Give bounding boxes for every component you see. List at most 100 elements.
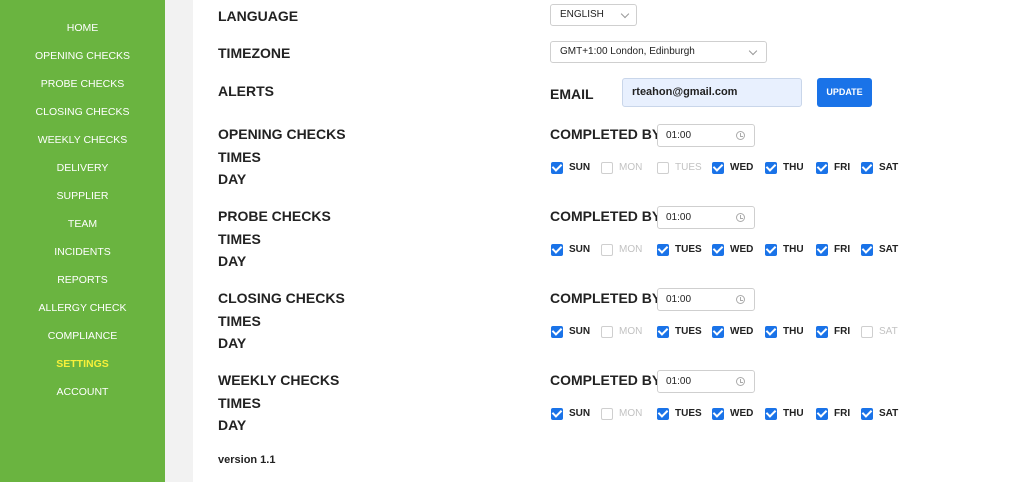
- time-value: 01:00: [666, 294, 692, 305]
- checkbox-checked-icon[interactable]: [712, 162, 724, 174]
- clock-icon: [736, 295, 745, 304]
- checkbox-unchecked-icon[interactable]: [601, 408, 613, 420]
- time-value: 01:00: [666, 130, 692, 141]
- day-label: SAT: [879, 244, 899, 255]
- version-label: version 1.1: [218, 454, 276, 466]
- day-label: TUES: [675, 408, 702, 419]
- day-label: SUN: [569, 244, 591, 255]
- sidebar-item-opening-checks[interactable]: OPENING CHECKS: [0, 49, 165, 63]
- sidebar-item-reports[interactable]: REPORTS: [0, 273, 165, 287]
- sidebar-item-settings[interactable]: SETTINGS: [0, 357, 165, 371]
- checkbox-checked-icon[interactable]: [765, 408, 777, 420]
- probe-checks-title: PROBE CHECKS: [218, 208, 331, 224]
- alerts-label: ALERTS: [218, 83, 274, 99]
- opening-checks-time-input[interactable]: 01:00: [657, 124, 755, 147]
- checkbox-checked-icon[interactable]: [861, 162, 873, 174]
- checkbox-checked-icon[interactable]: [551, 408, 563, 420]
- chevron-down-icon: [748, 46, 758, 56]
- day-label: FRI: [834, 162, 851, 173]
- checkbox-checked-icon[interactable]: [657, 244, 669, 256]
- checkbox-checked-icon[interactable]: [765, 326, 777, 338]
- sidebar-item-compliance[interactable]: COMPLIANCE: [0, 329, 165, 343]
- sidebar-item-weekly-checks[interactable]: WEEKLY CHECKS: [0, 133, 165, 147]
- day-label: SAT: [879, 326, 898, 337]
- email-label: EMAIL: [550, 86, 594, 102]
- sidebar: HOME OPENING CHECKS PROBE CHECKS CLOSING CH…: [0, 0, 165, 482]
- checkbox-checked-icon[interactable]: [712, 326, 724, 338]
- update-button[interactable]: UPDATE: [817, 78, 872, 107]
- sidebar-item-delivery[interactable]: DELIVERY: [0, 161, 165, 175]
- checkbox-checked-icon[interactable]: [861, 244, 873, 256]
- sidebar-item-team[interactable]: TEAM: [0, 217, 165, 231]
- day-label: WED: [730, 244, 754, 255]
- day-label: DAY: [218, 335, 247, 351]
- checkbox-unchecked-icon[interactable]: [601, 244, 613, 256]
- day-label: SUN: [569, 162, 591, 173]
- checkbox-unchecked-icon[interactable]: [657, 162, 669, 174]
- checkbox-checked-icon[interactable]: [765, 162, 777, 174]
- day-label: WED: [730, 162, 754, 173]
- checkbox-unchecked-icon[interactable]: [601, 162, 613, 174]
- day-label: THU: [783, 162, 804, 173]
- opening-checks-title: OPENING CHECKS: [218, 126, 346, 142]
- sidebar-item-account[interactable]: ACCOUNT: [0, 385, 165, 399]
- checkbox-unchecked-icon[interactable]: [861, 326, 873, 338]
- day-label: DAY: [218, 417, 247, 433]
- sidebar-item-closing-checks[interactable]: CLOSING CHECKS: [0, 105, 165, 119]
- time-value: 01:00: [666, 376, 692, 387]
- day-label: THU: [783, 408, 804, 419]
- day-label: SAT: [879, 162, 899, 173]
- checkbox-checked-icon[interactable]: [712, 244, 724, 256]
- chevron-down-icon: [620, 9, 630, 19]
- checkbox-checked-icon[interactable]: [816, 326, 828, 338]
- checkbox-checked-icon[interactable]: [765, 244, 777, 256]
- checkbox-checked-icon[interactable]: [551, 326, 563, 338]
- day-label: DAY: [218, 171, 247, 187]
- times-label: TIMES: [218, 395, 261, 411]
- sidebar-item-home[interactable]: HOME: [0, 21, 165, 35]
- probe-checks-time-input[interactable]: 01:00: [657, 206, 755, 229]
- completed-by-label: COMPLETED BY: [550, 126, 662, 142]
- clock-icon: [736, 131, 745, 140]
- checkbox-checked-icon[interactable]: [551, 162, 563, 174]
- times-label: TIMES: [218, 313, 261, 329]
- day-label: DAY: [218, 253, 247, 269]
- timezone-value: GMT+1:00 London, Edinburgh: [560, 46, 695, 57]
- closing-checks-time-input[interactable]: 01:00: [657, 288, 755, 311]
- language-select[interactable]: ENGLISH: [550, 4, 637, 26]
- day-label: MON: [619, 244, 643, 255]
- day-label: TUES: [675, 326, 702, 337]
- checkbox-checked-icon[interactable]: [816, 408, 828, 420]
- checkbox-checked-icon[interactable]: [816, 244, 828, 256]
- day-label: TUES: [675, 162, 702, 173]
- checkbox-checked-icon[interactable]: [816, 162, 828, 174]
- timezone-select[interactable]: GMT+1:00 London, Edinburgh: [550, 41, 767, 63]
- weekly-checks-time-input[interactable]: 01:00: [657, 370, 755, 393]
- checkbox-checked-icon[interactable]: [551, 244, 563, 256]
- checkbox-checked-icon[interactable]: [712, 408, 724, 420]
- sidebar-item-incidents[interactable]: INCIDENTS: [0, 245, 165, 259]
- checkbox-unchecked-icon[interactable]: [601, 326, 613, 338]
- sidebar-item-probe-checks[interactable]: PROBE CHECKS: [0, 77, 165, 91]
- sidebar-item-supplier[interactable]: SUPPLIER: [0, 189, 165, 203]
- day-label: MON: [619, 408, 643, 419]
- sidebar-item-allergy-check[interactable]: ALLERGY CHECK: [0, 301, 165, 315]
- day-label: THU: [783, 244, 804, 255]
- day-label: TUES: [675, 244, 702, 255]
- day-label: THU: [783, 326, 804, 337]
- day-label: MON: [619, 162, 643, 173]
- day-label: FRI: [834, 244, 851, 255]
- completed-by-label: COMPLETED BY: [550, 290, 662, 306]
- email-field[interactable]: rteahon@gmail.com: [622, 78, 802, 107]
- day-label: MON: [619, 326, 643, 337]
- checkbox-checked-icon[interactable]: [657, 408, 669, 420]
- checkbox-checked-icon[interactable]: [657, 326, 669, 338]
- day-label: SAT: [879, 408, 899, 419]
- closing-checks-title: CLOSING CHECKS: [218, 290, 345, 306]
- day-label: WED: [730, 408, 754, 419]
- day-label: FRI: [834, 326, 851, 337]
- checkbox-checked-icon[interactable]: [861, 408, 873, 420]
- times-label: TIMES: [218, 149, 261, 165]
- language-label: LANGUAGE: [218, 8, 299, 24]
- settings-panel: LANGUAGE ENGLISH TIMEZONE GMT+1:00 Londo…: [193, 0, 1024, 482]
